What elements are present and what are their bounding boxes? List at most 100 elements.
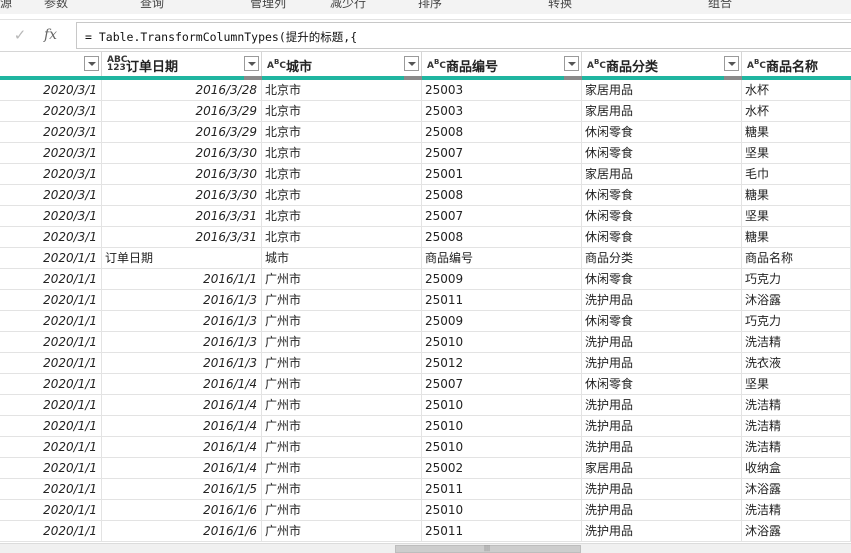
table-cell[interactable]: 2020/1/1 <box>0 416 102 437</box>
table-cell[interactable]: 休闲零食 <box>582 227 742 248</box>
table-cell[interactable]: 2016/1/4 <box>102 416 262 437</box>
table-cell[interactable]: 2020/3/1 <box>0 185 102 206</box>
table-cell[interactable]: 25003 <box>422 101 582 122</box>
table-cell[interactable]: 2016/1/3 <box>102 353 262 374</box>
table-cell[interactable]: 水杯 <box>742 80 851 101</box>
table-cell[interactable]: 休闲零食 <box>582 374 742 395</box>
table-row[interactable]: 2020/1/1 2016/1/1 广州市 25009 休闲零食 巧克力 <box>0 269 851 290</box>
table-cell[interactable]: 2016/3/29 <box>102 101 262 122</box>
table-row[interactable]: 2020/1/1 2016/1/6 广州市 25011 洗护用品 沐浴露 <box>0 521 851 542</box>
table-row[interactable]: 2020/3/1 2016/3/30 北京市 25007 休闲零食 坚果 <box>0 143 851 164</box>
table-row[interactable]: 2020/3/1 2016/3/31 北京市 25008 休闲零食 糖果 <box>0 227 851 248</box>
table-cell[interactable]: 北京市 <box>262 122 422 143</box>
table-cell[interactable]: 25011 <box>422 521 582 542</box>
table-cell[interactable]: 广州市 <box>262 416 422 437</box>
column-filter-dropdown-icon[interactable] <box>244 56 259 71</box>
table-cell[interactable]: 25007 <box>422 143 582 164</box>
table-cell[interactable]: 2020/3/1 <box>0 122 102 143</box>
table-cell[interactable]: 2016/1/4 <box>102 458 262 479</box>
table-cell[interactable]: 2020/1/1 <box>0 437 102 458</box>
ribbon-item-transform[interactable]: 转换 <box>548 0 572 11</box>
table-row[interactable]: 2020/1/1 2016/1/4 广州市 25010 洗护用品 洗洁精 <box>0 416 851 437</box>
table-cell[interactable]: 广州市 <box>262 479 422 500</box>
table-cell[interactable]: 城市 <box>262 248 422 269</box>
table-cell[interactable]: 25001 <box>422 164 582 185</box>
table-cell[interactable]: 2016/3/31 <box>102 227 262 248</box>
ribbon-item-reduce-rows[interactable]: 减少行 <box>330 0 366 11</box>
table-cell[interactable]: 25007 <box>422 374 582 395</box>
table-cell[interactable]: 广州市 <box>262 395 422 416</box>
ribbon-item-combine[interactable]: 组合 <box>708 0 732 11</box>
table-cell[interactable]: 广州市 <box>262 500 422 521</box>
table-cell[interactable]: 休闲零食 <box>582 122 742 143</box>
table-row[interactable]: 2020/1/1 2016/1/3 广州市 25010 洗护用品 洗洁精 <box>0 332 851 353</box>
table-cell[interactable]: 水杯 <box>742 101 851 122</box>
table-cell[interactable]: 25008 <box>422 185 582 206</box>
table-cell[interactable]: 家居用品 <box>582 80 742 101</box>
table-cell[interactable]: 洗护用品 <box>582 479 742 500</box>
table-cell[interactable]: 洗衣液 <box>742 353 851 374</box>
table-cell[interactable]: 2020/1/1 <box>0 458 102 479</box>
table-cell[interactable]: 洗洁精 <box>742 332 851 353</box>
table-cell[interactable]: 2020/1/1 <box>0 269 102 290</box>
check-icon[interactable]: ✓ <box>9 24 31 46</box>
table-cell[interactable]: 2016/1/4 <box>102 437 262 458</box>
table-row[interactable]: 2020/1/1 2016/1/4 广州市 25010 洗护用品 洗洁精 <box>0 395 851 416</box>
table-cell[interactable]: 25009 <box>422 311 582 332</box>
table-row[interactable]: 2020/1/1 2016/1/4 广州市 25007 休闲零食 坚果 <box>0 374 851 395</box>
table-cell[interactable]: 休闲零食 <box>582 269 742 290</box>
table-cell[interactable]: 洗洁精 <box>742 500 851 521</box>
table-cell[interactable]: 2020/1/1 <box>0 374 102 395</box>
table-cell[interactable]: 2020/1/1 <box>0 395 102 416</box>
scrollbar-thumb[interactable]: ||| <box>395 545 581 553</box>
table-row[interactable]: 2020/3/1 2016/3/28 北京市 25003 家居用品 水杯 <box>0 80 851 101</box>
formula-input[interactable]: = Table.TransformColumnTypes(提升的标题,{ <box>76 22 851 49</box>
column-header-product-name[interactable]: ABC 商品名称 <box>742 52 851 76</box>
column-filter-dropdown-icon[interactable] <box>724 56 739 71</box>
column-header-city[interactable]: ABC 城市 <box>262 52 422 76</box>
table-cell[interactable]: 2016/3/30 <box>102 143 262 164</box>
ribbon-item-sort[interactable]: 排序 <box>418 0 442 11</box>
table-cell[interactable]: 糖果 <box>742 227 851 248</box>
ribbon-item-params[interactable]: 参数 <box>44 0 68 11</box>
table-row[interactable]: 2020/3/1 2016/3/31 北京市 25007 休闲零食 坚果 <box>0 206 851 227</box>
table-cell[interactable]: 休闲零食 <box>582 206 742 227</box>
table-cell[interactable]: 2016/1/4 <box>102 395 262 416</box>
table-cell[interactable]: 洗护用品 <box>582 521 742 542</box>
table-row[interactable]: 2020/1/1 2016/1/5 广州市 25011 洗护用品 沐浴露 <box>0 479 851 500</box>
table-cell[interactable]: 2020/1/1 <box>0 311 102 332</box>
table-cell[interactable]: 25010 <box>422 416 582 437</box>
table-cell[interactable]: 糖果 <box>742 185 851 206</box>
table-row[interactable]: 2020/1/1 2016/1/4 广州市 25010 洗护用品 洗洁精 <box>0 437 851 458</box>
ribbon-item-manage-columns[interactable]: 管理列 <box>250 0 286 11</box>
table-row[interactable]: 2020/3/1 2016/3/30 北京市 25008 休闲零食 糖果 <box>0 185 851 206</box>
table-cell[interactable]: 家居用品 <box>582 458 742 479</box>
type-text-icon[interactable]: ABC <box>427 58 446 71</box>
table-cell[interactable]: 北京市 <box>262 143 422 164</box>
table-cell[interactable]: 商品分类 <box>582 248 742 269</box>
fx-icon[interactable]: fx <box>44 24 66 46</box>
column-filter-dropdown-icon[interactable] <box>564 56 579 71</box>
table-cell[interactable]: 巧克力 <box>742 311 851 332</box>
type-text-icon[interactable]: ABC <box>747 58 766 71</box>
table-cell[interactable]: 广州市 <box>262 458 422 479</box>
table-cell[interactable]: 坚果 <box>742 206 851 227</box>
table-cell[interactable]: 2016/1/6 <box>102 500 262 521</box>
table-row[interactable]: 2020/1/1 订单日期 城市 商品编号 商品分类 商品名称 <box>0 248 851 269</box>
column-header-date[interactable] <box>0 52 102 76</box>
horizontal-scrollbar[interactable]: ||| <box>0 543 851 553</box>
table-row[interactable]: 2020/1/1 2016/1/6 广州市 25010 洗护用品 洗洁精 <box>0 500 851 521</box>
table-cell[interactable]: 25010 <box>422 395 582 416</box>
table-cell[interactable]: 25008 <box>422 227 582 248</box>
table-cell[interactable]: 25012 <box>422 353 582 374</box>
type-any-icon[interactable]: ABC 123 <box>107 56 127 73</box>
table-cell[interactable]: 2020/3/1 <box>0 227 102 248</box>
table-cell[interactable]: 广州市 <box>262 332 422 353</box>
table-cell[interactable]: 2020/3/1 <box>0 80 102 101</box>
table-cell[interactable]: 北京市 <box>262 185 422 206</box>
table-cell[interactable]: 25007 <box>422 206 582 227</box>
table-cell[interactable]: 洗护用品 <box>582 437 742 458</box>
table-cell[interactable]: 2016/1/6 <box>102 521 262 542</box>
table-cell[interactable]: 2020/3/1 <box>0 143 102 164</box>
table-cell[interactable]: 糖果 <box>742 122 851 143</box>
